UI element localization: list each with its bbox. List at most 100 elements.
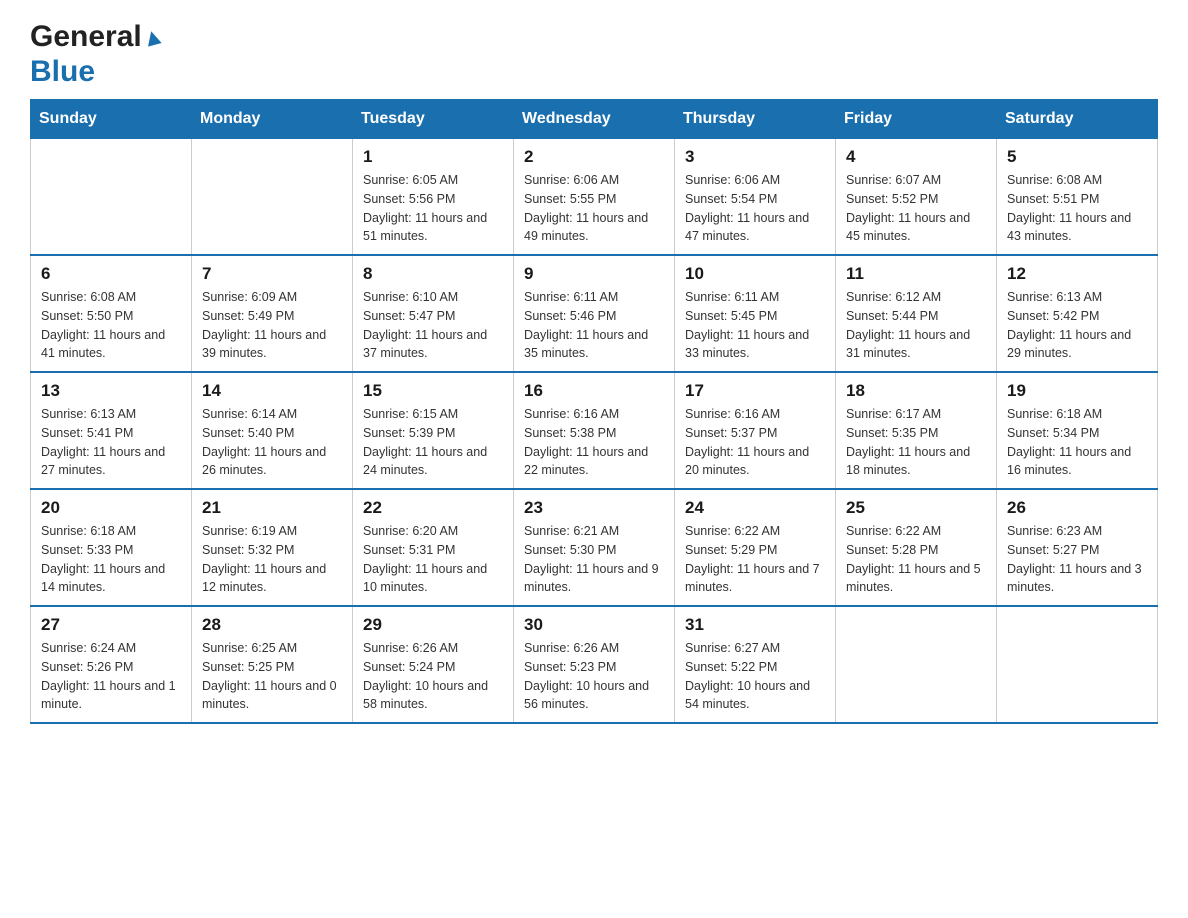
day-number: 3 (685, 147, 825, 167)
calendar-cell: 23Sunrise: 6:21 AM Sunset: 5:30 PM Dayli… (514, 489, 675, 606)
day-info: Sunrise: 6:16 AM Sunset: 5:38 PM Dayligh… (524, 405, 664, 480)
day-info: Sunrise: 6:07 AM Sunset: 5:52 PM Dayligh… (846, 171, 986, 246)
calendar-cell: 31Sunrise: 6:27 AM Sunset: 5:22 PM Dayli… (675, 606, 836, 723)
logo-blue: Blue (30, 55, 162, 90)
day-info: Sunrise: 6:10 AM Sunset: 5:47 PM Dayligh… (363, 288, 503, 363)
calendar-cell (31, 139, 192, 256)
calendar-cell: 3 Sunrise: 6:06 AM Sunset: 5:54 PM Daylig… (675, 139, 836, 256)
day-number: 7 (202, 264, 342, 284)
day-number: 28 (202, 615, 342, 635)
calendar-cell: 5 Sunrise: 6:08 AM Sunset: 5:51 PM Daylig… (997, 139, 1158, 256)
day-info: Sunrise: 6:23 AM Sunset: 5:27 PM Dayligh… (1007, 522, 1147, 597)
day-info: Sunrise: 6:26 AM Sunset: 5:23 PM Dayligh… (524, 639, 664, 714)
calendar-cell (192, 139, 353, 256)
day-number: 26 (1007, 498, 1147, 518)
day-number: 30 (524, 615, 664, 635)
day-number: 2 (524, 147, 664, 167)
day-info: Sunrise: 6:12 AM Sunset: 5:44 PM Dayligh… (846, 288, 986, 363)
logo: General Blue (30, 20, 162, 89)
day-number: 13 (41, 381, 181, 401)
day-number: 19 (1007, 381, 1147, 401)
calendar-cell: 20Sunrise: 6:18 AM Sunset: 5:33 PM Dayli… (31, 489, 192, 606)
day-number: 25 (846, 498, 986, 518)
calendar-cell (997, 606, 1158, 723)
day-info: Sunrise: 6:13 AM Sunset: 5:42 PM Dayligh… (1007, 288, 1147, 363)
day-number: 18 (846, 381, 986, 401)
day-info: Sunrise: 6:13 AM Sunset: 5:41 PM Dayligh… (41, 405, 181, 480)
calendar-header-sunday: Sunday (31, 100, 192, 139)
calendar-cell: 13 Sunrise: 6:13 AM Sunset: 5:41 PM Dayli… (31, 372, 192, 489)
day-number: 6 (41, 264, 181, 284)
calendar-week-row: 13 Sunrise: 6:13 AM Sunset: 5:41 PM Dayli… (31, 372, 1158, 489)
calendar-cell: 7Sunrise: 6:09 AM Sunset: 5:49 PM Daylig… (192, 255, 353, 372)
calendar-header-thursday: Thursday (675, 100, 836, 139)
calendar-cell: 19 Sunrise: 6:18 AM Sunset: 5:34 PM Dayli… (997, 372, 1158, 489)
calendar-cell: 25 Sunrise: 6:22 AM Sunset: 5:28 PM Dayli… (836, 489, 997, 606)
calendar-header-row: SundayMondayTuesdayWednesdayThursdayFrid… (31, 100, 1158, 139)
calendar-week-row: 27 Sunrise: 6:24 AM Sunset: 5:26 PM Dayli… (31, 606, 1158, 723)
day-info: Sunrise: 6:22 AM Sunset: 5:28 PM Dayligh… (846, 522, 986, 597)
calendar-cell: 16 Sunrise: 6:16 AM Sunset: 5:38 PM Dayli… (514, 372, 675, 489)
day-number: 11 (846, 264, 986, 284)
day-info: Sunrise: 6:08 AM Sunset: 5:50 PM Dayligh… (41, 288, 181, 363)
day-number: 17 (685, 381, 825, 401)
calendar-cell: 1 Sunrise: 6:05 AM Sunset: 5:56 PM Daylig… (353, 139, 514, 256)
day-number: 15 (363, 381, 503, 401)
calendar-header-friday: Friday (836, 100, 997, 139)
day-number: 23 (524, 498, 664, 518)
calendar-cell: 11 Sunrise: 6:12 AM Sunset: 5:44 PM Dayli… (836, 255, 997, 372)
day-info: Sunrise: 6:05 AM Sunset: 5:56 PM Dayligh… (363, 171, 503, 246)
page-header: General Blue (30, 20, 1158, 89)
calendar-header-wednesday: Wednesday (514, 100, 675, 139)
calendar-cell: 29Sunrise: 6:26 AM Sunset: 5:24 PM Dayli… (353, 606, 514, 723)
calendar-cell: 4 Sunrise: 6:07 AM Sunset: 5:52 PM Daylig… (836, 139, 997, 256)
day-number: 10 (685, 264, 825, 284)
day-number: 5 (1007, 147, 1147, 167)
calendar-header-saturday: Saturday (997, 100, 1158, 139)
day-info: Sunrise: 6:19 AM Sunset: 5:32 PM Dayligh… (202, 522, 342, 597)
calendar-week-row: 1 Sunrise: 6:05 AM Sunset: 5:56 PM Daylig… (31, 139, 1158, 256)
day-info: Sunrise: 6:18 AM Sunset: 5:33 PM Dayligh… (41, 522, 181, 597)
day-number: 16 (524, 381, 664, 401)
calendar-cell: 22Sunrise: 6:20 AM Sunset: 5:31 PM Dayli… (353, 489, 514, 606)
calendar-cell: 9 Sunrise: 6:11 AM Sunset: 5:46 PM Daylig… (514, 255, 675, 372)
calendar-cell: 6 Sunrise: 6:08 AM Sunset: 5:50 PM Daylig… (31, 255, 192, 372)
day-number: 24 (685, 498, 825, 518)
day-info: Sunrise: 6:18 AM Sunset: 5:34 PM Dayligh… (1007, 405, 1147, 480)
calendar-cell: 14 Sunrise: 6:14 AM Sunset: 5:40 PM Dayli… (192, 372, 353, 489)
day-info: Sunrise: 6:20 AM Sunset: 5:31 PM Dayligh… (363, 522, 503, 597)
day-number: 29 (363, 615, 503, 635)
calendar-week-row: 20Sunrise: 6:18 AM Sunset: 5:33 PM Dayli… (31, 489, 1158, 606)
calendar-cell: 27 Sunrise: 6:24 AM Sunset: 5:26 PM Dayli… (31, 606, 192, 723)
day-info: Sunrise: 6:22 AM Sunset: 5:29 PM Dayligh… (685, 522, 825, 597)
day-number: 1 (363, 147, 503, 167)
day-info: Sunrise: 6:06 AM Sunset: 5:54 PM Dayligh… (685, 171, 825, 246)
calendar-cell: 15Sunrise: 6:15 AM Sunset: 5:39 PM Dayli… (353, 372, 514, 489)
calendar-cell: 18Sunrise: 6:17 AM Sunset: 5:35 PM Dayli… (836, 372, 997, 489)
logo-text: General Blue (30, 20, 162, 89)
day-number: 4 (846, 147, 986, 167)
calendar-cell: 21 Sunrise: 6:19 AM Sunset: 5:32 PM Dayli… (192, 489, 353, 606)
calendar-week-row: 6 Sunrise: 6:08 AM Sunset: 5:50 PM Daylig… (31, 255, 1158, 372)
day-info: Sunrise: 6:27 AM Sunset: 5:22 PM Dayligh… (685, 639, 825, 714)
logo-general: General (30, 20, 162, 55)
calendar-cell: 24 Sunrise: 6:22 AM Sunset: 5:29 PM Dayli… (675, 489, 836, 606)
day-info: Sunrise: 6:11 AM Sunset: 5:45 PM Dayligh… (685, 288, 825, 363)
calendar-cell: 10 Sunrise: 6:11 AM Sunset: 5:45 PM Dayli… (675, 255, 836, 372)
calendar-cell: 26 Sunrise: 6:23 AM Sunset: 5:27 PM Dayli… (997, 489, 1158, 606)
day-number: 8 (363, 264, 503, 284)
calendar-cell: 17 Sunrise: 6:16 AM Sunset: 5:37 PM Dayli… (675, 372, 836, 489)
day-info: Sunrise: 6:14 AM Sunset: 5:40 PM Dayligh… (202, 405, 342, 480)
day-info: Sunrise: 6:25 AM Sunset: 5:25 PM Dayligh… (202, 639, 342, 714)
day-number: 14 (202, 381, 342, 401)
day-info: Sunrise: 6:08 AM Sunset: 5:51 PM Dayligh… (1007, 171, 1147, 246)
day-info: Sunrise: 6:16 AM Sunset: 5:37 PM Dayligh… (685, 405, 825, 480)
day-info: Sunrise: 6:11 AM Sunset: 5:46 PM Dayligh… (524, 288, 664, 363)
day-number: 21 (202, 498, 342, 518)
calendar-table: SundayMondayTuesdayWednesdayThursdayFrid… (30, 99, 1158, 724)
day-info: Sunrise: 6:24 AM Sunset: 5:26 PM Dayligh… (41, 639, 181, 714)
calendar-cell: 28 Sunrise: 6:25 AM Sunset: 5:25 PM Dayli… (192, 606, 353, 723)
day-number: 9 (524, 264, 664, 284)
calendar-cell: 8 Sunrise: 6:10 AM Sunset: 5:47 PM Daylig… (353, 255, 514, 372)
day-number: 27 (41, 615, 181, 635)
